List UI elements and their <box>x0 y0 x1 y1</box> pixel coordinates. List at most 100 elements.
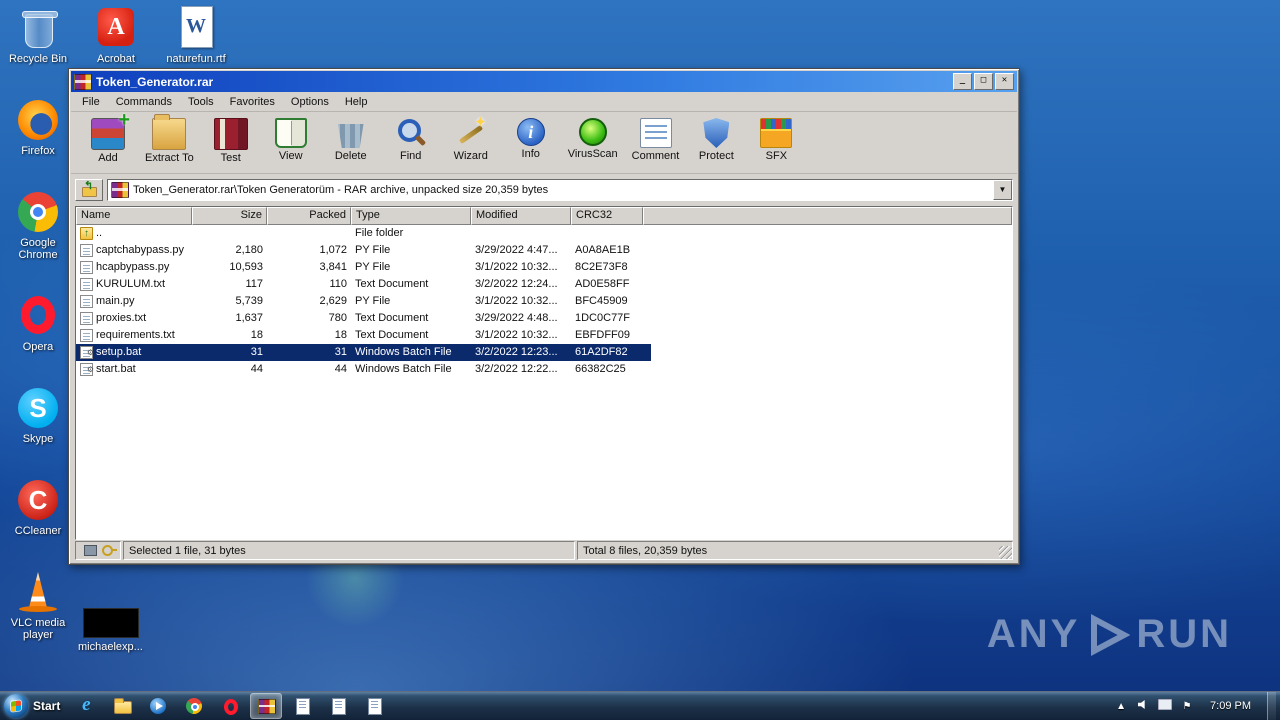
start-button[interactable]: Start <box>0 692 70 720</box>
address-combobox[interactable]: Token_Generator.rar\Token Generatorüm - … <box>107 179 1013 201</box>
file-modified-cell: 3/2/2022 12:24... <box>475 278 558 290</box>
folder-up-icon <box>80 225 93 242</box>
taskbar-button-doc[interactable] <box>322 693 354 719</box>
anyrun-play-icon <box>1091 613 1131 656</box>
toolbar-button-protect[interactable]: Protect <box>687 115 745 165</box>
column-header-filler <box>643 207 1012 225</box>
resize-grip[interactable] <box>999 546 1012 559</box>
toolbar-button-find[interactable]: Find <box>382 115 440 165</box>
desktop-icon-google-chrome[interactable]: Google Chrome <box>6 190 70 261</box>
opera-icon <box>221 697 239 715</box>
taskbar-button-winrar[interactable] <box>250 693 283 719</box>
file-row-start-bat[interactable]: start.bat 44 44 Windows Batch File 3/2/2… <box>76 361 651 378</box>
desktop-icon-acrobat[interactable]: Acrobat <box>84 6 148 65</box>
vlc-icon <box>15 570 61 614</box>
toolbar-button-view[interactable]: View <box>262 115 320 165</box>
file-row-proxies-txt[interactable]: proxies.txt 1,637 780 Text Document 3/29… <box>76 310 651 327</box>
taskbar-button-chrome[interactable] <box>178 693 210 719</box>
desktop-icon-opera[interactable]: Opera <box>6 294 70 353</box>
toolbar-button-info[interactable]: Info <box>502 115 560 163</box>
column-header-packed[interactable]: Packed <box>267 207 351 225</box>
ie-icon <box>77 694 95 716</box>
desktop-icon-skype[interactable]: Skype <box>6 386 70 445</box>
file-packed-cell: 31 <box>334 346 347 358</box>
file-name-cell: main.py <box>76 293 192 310</box>
address-dropdown-arrow-icon[interactable]: ▼ <box>993 180 1012 200</box>
menu-item[interactable]: File <box>75 94 107 110</box>
status-icons-panel <box>75 541 121 560</box>
doc-icon <box>329 697 347 715</box>
file-row-kurulum-txt[interactable]: KURULUM.txt 117 110 Text Document 3/2/20… <box>76 276 651 293</box>
show-desktop-button[interactable] <box>1267 692 1276 720</box>
menu-item[interactable]: Tools <box>181 94 221 110</box>
maximize-button[interactable]: □ <box>974 73 993 90</box>
desktop-icon-vlc-media-player[interactable]: VLC media player <box>6 570 70 641</box>
system-tray: 7:09 PM <box>1114 692 1280 720</box>
desktop-icon-ccleaner[interactable]: CCleaner <box>6 478 70 537</box>
toolbar-button-label: VirusScan <box>567 148 618 160</box>
file-type-cell: Text Document <box>355 312 429 324</box>
archive-icon <box>111 182 129 198</box>
desktop-icon-label: Google Chrome <box>18 237 58 261</box>
column-header-size[interactable]: Size <box>192 207 267 225</box>
window-titlebar[interactable]: Token_Generator.rar _ □ ✕ <box>71 71 1017 92</box>
doc-icon <box>293 697 311 715</box>
toolbar-button-test[interactable]: Test <box>202 115 260 167</box>
hidden-icon <box>1116 701 1126 712</box>
file-type-cell: Windows Batch File <box>355 363 452 375</box>
file-row-setup-bat[interactable]: setup.bat 31 31 Windows Batch File 3/2/2… <box>76 344 651 361</box>
toolbar-button-add[interactable]: Add <box>79 109 137 167</box>
word-doc-icon <box>173 6 219 50</box>
menu-item[interactable]: Favorites <box>223 94 282 110</box>
anyrun-watermark: ANY RUN <box>987 612 1232 657</box>
file-packed-cell: 780 <box>328 312 347 324</box>
taskbar-button-folder[interactable] <box>106 693 138 719</box>
desktop-icon-michaelexp[interactable]: michaelexp... <box>78 604 143 653</box>
file-name: start.bat <box>96 363 136 375</box>
column-header-name[interactable]: Name <box>76 207 192 225</box>
taskbar-button-ie[interactable] <box>70 693 102 719</box>
toolbar-button-extract-to[interactable]: Extract To <box>139 114 200 167</box>
taskbar-button-doc[interactable] <box>358 693 390 719</box>
taskbar-button-opera[interactable] <box>214 693 246 719</box>
menu-item[interactable]: Options <box>284 94 336 110</box>
taskbar-clock[interactable]: 7:09 PM <box>1202 700 1259 712</box>
up-one-level-button[interactable] <box>75 179 103 201</box>
file-name-cell: captchabypass.py <box>76 242 192 259</box>
desktop-icon-label: Skype <box>22 433 54 445</box>
file-row-requirements-txt[interactable]: requirements.txt 18 18 Text Document 3/1… <box>76 327 651 344</box>
tray-icon-hidden[interactable] <box>1114 701 1128 712</box>
minimize-button[interactable]: _ <box>953 73 972 90</box>
file-row-main-py[interactable]: main.py 5,739 2,629 PY File 3/1/2022 10:… <box>76 293 651 310</box>
anyrun-brand-left: ANY <box>986 612 1081 656</box>
file-name: requirements.txt <box>96 329 175 341</box>
toolbar-button-sfx[interactable]: SFX <box>747 115 805 165</box>
file-row-[interactable]: .. File folder <box>76 225 651 242</box>
file-row-hcapbypass-py[interactable]: hcapbypass.py 10,593 3,841 PY File 3/1/2… <box>76 259 651 276</box>
taskbar-button-media[interactable] <box>142 693 174 719</box>
desktop-icon-recycle-bin[interactable]: Recycle Bin <box>6 6 70 65</box>
toolbar-button-comment[interactable]: Comment <box>626 115 686 165</box>
tray-icon-volume[interactable] <box>1136 700 1150 713</box>
column-header-type[interactable]: Type <box>351 207 471 225</box>
tray-icon-flag[interactable] <box>1180 701 1194 712</box>
toolbar-button-label: SFX <box>765 150 788 162</box>
tray-icon-network[interactable] <box>1158 699 1172 713</box>
taskbar-button-doc[interactable] <box>286 693 318 719</box>
close-button[interactable]: ✕ <box>995 73 1014 90</box>
toolbar-button-virusscan[interactable]: VirusScan <box>562 115 624 163</box>
start-button-label: Start <box>33 699 61 713</box>
desktop-icon-firefox[interactable]: Firefox <box>6 98 70 157</box>
menu-item[interactable]: Commands <box>109 94 179 110</box>
recycle-bin-icon <box>15 6 61 50</box>
file-packed-cell: 110 <box>329 278 347 290</box>
file-row-captchabypass-py[interactable]: captchabypass.py 2,180 1,072 PY File 3/2… <box>76 242 651 259</box>
column-header-crc32[interactable]: CRC32 <box>571 207 643 225</box>
desktop-icon-naturefun-rtf[interactable]: naturefun.rtf <box>164 6 228 65</box>
toolbar-button-wizard[interactable]: Wizard <box>442 113 500 165</box>
column-header-modified[interactable]: Modified <box>471 207 571 225</box>
file-crc32-cell: EBFDFF09 <box>575 329 631 341</box>
file-type-cell: Text Document <box>355 329 429 341</box>
toolbar-button-delete[interactable]: Delete <box>322 115 380 165</box>
menu-item[interactable]: Help <box>338 94 375 110</box>
